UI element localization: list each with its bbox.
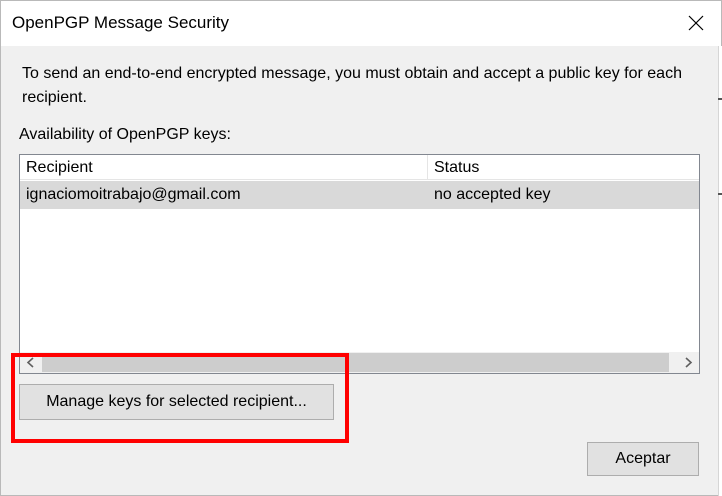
dialog-description: To send an end-to-end encrypted message,…: [22, 65, 682, 106]
status-cell: no accepted key: [434, 186, 551, 203]
background-window-edge: [718, 46, 722, 496]
availability-label: Availability of OpenPGP keys:: [19, 126, 231, 143]
background-window-mark: [718, 98, 722, 100]
column-header-recipient[interactable]: Recipient: [20, 155, 428, 180]
scroll-right-button[interactable]: [678, 352, 699, 373]
table-row[interactable]: ignaciomoitrabajo@gmail.com no accepted …: [20, 181, 699, 209]
table-header: Recipient Status: [20, 155, 699, 180]
scrollbar-thumb[interactable]: [42, 353, 669, 372]
background-window-mark: [718, 193, 722, 195]
window-title: OpenPGP Message Security: [12, 13, 230, 32]
accept-button[interactable]: Aceptar: [587, 442, 699, 476]
openpgp-security-dialog: OpenPGP Message Security To send an end-…: [0, 0, 722, 496]
keys-table[interactable]: Recipient Status ignaciomoitrabajo@gmail…: [19, 154, 700, 374]
chevron-right-icon: [685, 357, 693, 368]
recipient-cell: ignaciomoitrabajo@gmail.com: [26, 186, 241, 203]
scroll-left-button[interactable]: [20, 352, 41, 373]
title-bar: OpenPGP Message Security: [1, 1, 721, 46]
manage-keys-button[interactable]: Manage keys for selected recipient...: [19, 384, 334, 420]
close-icon: [688, 15, 704, 31]
horizontal-scrollbar[interactable]: [20, 352, 699, 373]
column-header-status[interactable]: Status: [428, 155, 699, 180]
chevron-left-icon: [26, 357, 34, 368]
close-button[interactable]: [681, 9, 711, 37]
